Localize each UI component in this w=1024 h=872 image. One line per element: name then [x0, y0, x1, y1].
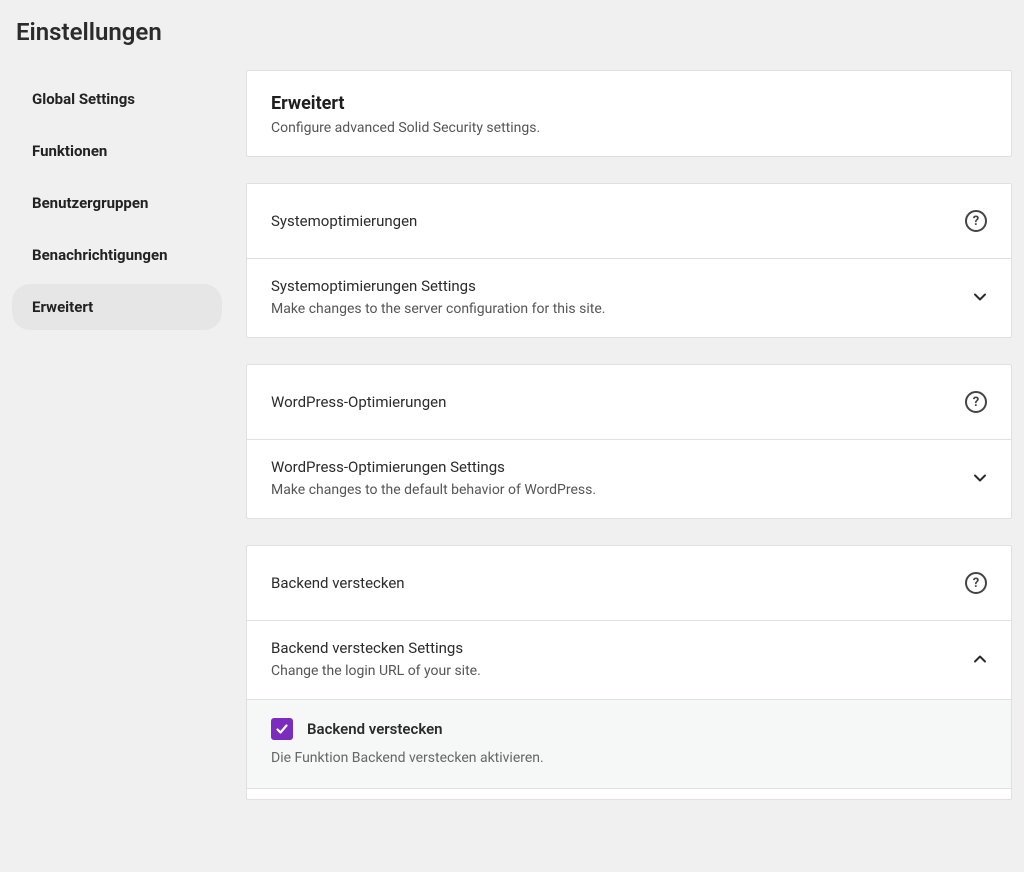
main-content: Erweitert Configure advanced Solid Secur… [246, 70, 1012, 800]
module-settings-desc: Make changes to the default behavior of … [271, 482, 961, 498]
sidebar-item-erweitert[interactable]: Erweitert [12, 284, 222, 330]
module-header: Backend verstecken ? [247, 546, 1011, 621]
hide-backend-checkbox[interactable] [271, 718, 293, 740]
module-settings-toggle[interactable]: WordPress-Optimierungen Settings Make ch… [247, 440, 1011, 518]
module-system-tweaks: Systemoptimierungen ? Systemoptimierunge… [246, 183, 1012, 338]
checkbox-label: Backend verstecken [307, 720, 443, 738]
sidebar-item-global-settings[interactable]: Global Settings [12, 76, 222, 122]
module-settings-desc: Make changes to the server configuration… [271, 301, 961, 317]
module-header-title: Systemoptimierungen [271, 212, 417, 230]
intro-title: Erweitert [271, 93, 987, 114]
help-icon[interactable]: ? [965, 210, 987, 232]
module-remainder [247, 789, 1011, 799]
module-settings-desc: Change the login URL of your site. [271, 663, 961, 679]
module-wordpress-tweaks: WordPress-Optimierungen ? WordPress-Opti… [246, 364, 1012, 519]
module-body: Backend verstecken Die Funktion Backend … [247, 700, 1011, 789]
chevron-down-icon [973, 471, 987, 485]
settings-sidebar: Global Settings Funktionen Benutzergrupp… [12, 70, 222, 800]
sidebar-item-funktionen[interactable]: Funktionen [12, 128, 222, 174]
chevron-up-icon [973, 652, 987, 666]
module-settings-title: Backend verstecken Settings [271, 639, 961, 657]
page-title: Einstellungen [16, 18, 1012, 46]
help-icon[interactable]: ? [965, 572, 987, 594]
checkbox-desc: Die Funktion Backend verstecken aktivier… [271, 750, 987, 766]
intro-card: Erweitert Configure advanced Solid Secur… [246, 70, 1012, 157]
module-settings-toggle[interactable]: Backend verstecken Settings Change the l… [247, 621, 1011, 700]
chevron-down-icon [973, 290, 987, 304]
module-settings-title: Systemoptimierungen Settings [271, 277, 961, 295]
module-hide-backend: Backend verstecken ? Backend verstecken … [246, 545, 1012, 800]
help-icon[interactable]: ? [965, 391, 987, 413]
module-header: Systemoptimierungen ? [247, 184, 1011, 259]
sidebar-item-benachrichtigungen[interactable]: Benachrichtigungen [12, 232, 222, 278]
module-header-title: Backend verstecken [271, 574, 405, 592]
module-header-title: WordPress-Optimierungen [271, 393, 446, 411]
module-header: WordPress-Optimierungen ? [247, 365, 1011, 440]
intro-desc: Configure advanced Solid Security settin… [271, 120, 987, 136]
sidebar-item-benutzergruppen[interactable]: Benutzergruppen [12, 180, 222, 226]
module-settings-title: WordPress-Optimierungen Settings [271, 458, 961, 476]
module-settings-toggle[interactable]: Systemoptimierungen Settings Make change… [247, 259, 1011, 337]
